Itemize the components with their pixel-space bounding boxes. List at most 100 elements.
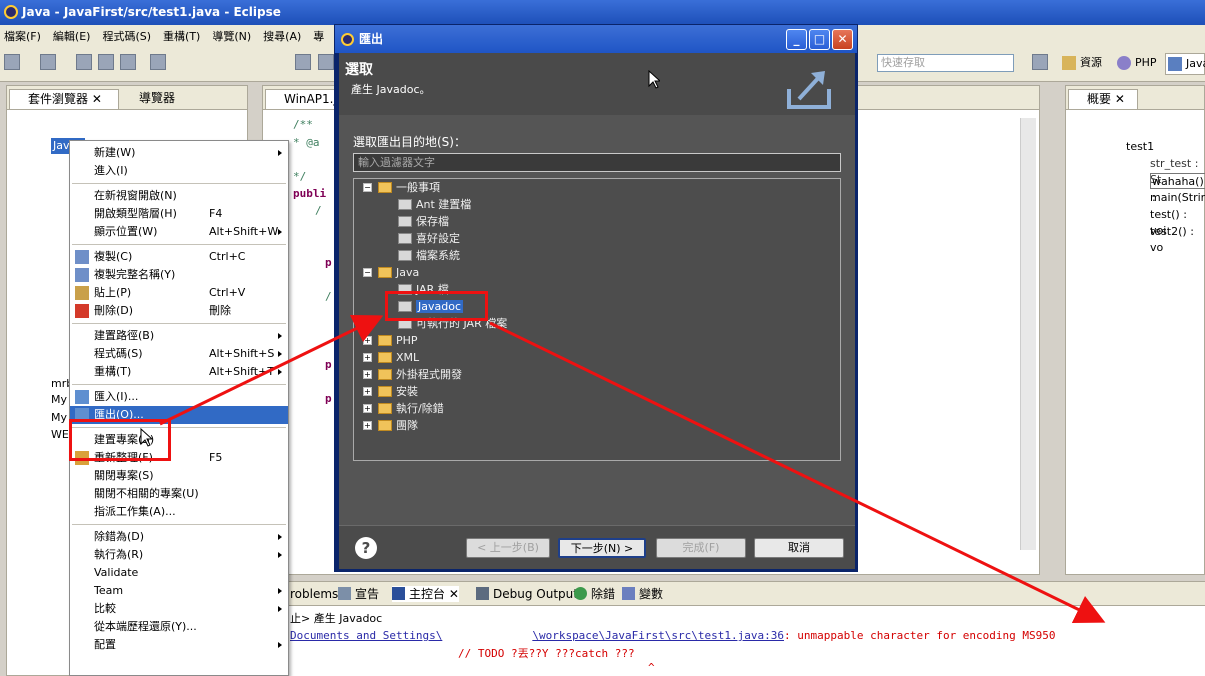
menu-item-label: 顯示位置(W) — [94, 225, 158, 238]
tab-navigator[interactable]: 導覽器 — [121, 89, 201, 109]
outline-item[interactable]: test() : voi — [1150, 207, 1204, 237]
search-icon[interactable] — [295, 54, 311, 70]
menu-source[interactable]: 程式碼(S) — [102, 28, 151, 44]
print-icon[interactable] — [120, 54, 136, 70]
console-link[interactable]: \workspace\JavaFirst\src\test1.java:36 — [532, 629, 784, 642]
console-link[interactable]: Documents and Settings\ — [290, 629, 442, 642]
perspective-php[interactable]: PHP — [1115, 53, 1157, 75]
menu-refactor[interactable]: 重構(T) — [163, 28, 200, 44]
outline-item[interactable]: test2() : vo — [1150, 224, 1204, 254]
menu-edit[interactable]: 編輯(E) — [53, 28, 91, 44]
outline-root[interactable]: test1 — [1126, 139, 1154, 155]
context-menu-item[interactable]: 建置路徑(B) — [70, 327, 288, 345]
cursor-icon — [648, 70, 660, 89]
context-menu-item[interactable]: 在新視窗開啟(N) — [70, 187, 288, 205]
context-menu-item[interactable]: 複製(C) Ctrl+C — [70, 248, 288, 266]
expand-icon[interactable]: + — [363, 387, 372, 396]
tab-outline[interactable]: 概要 ✕ — [1068, 89, 1138, 109]
save-all-icon[interactable] — [98, 54, 114, 70]
cancel-button[interactable]: 取消 — [754, 538, 844, 558]
context-menu-item[interactable]: 指派工作集(A)... — [70, 503, 288, 521]
collapse-icon[interactable]: − — [363, 183, 372, 192]
context-menu-item[interactable]: 開啟類型階層(H) F4 — [70, 205, 288, 223]
maximize-button[interactable]: □ — [809, 29, 830, 50]
context-menu-item[interactable]: 配置 — [70, 636, 288, 654]
expand-icon[interactable]: + — [363, 336, 372, 345]
outline-item[interactable]: str_test : St — [1150, 156, 1204, 186]
tab-package-explorer[interactable]: 套件瀏覽器 ✕ — [9, 89, 119, 109]
tab-debug[interactable]: 除錯 — [574, 586, 615, 602]
expand-icon[interactable]: + — [363, 353, 372, 362]
expand-icon[interactable]: + — [363, 421, 372, 430]
perspective-java[interactable]: Java — [1165, 53, 1205, 75]
context-menu-item[interactable]: 進入(I) — [70, 162, 288, 180]
context-menu-item[interactable]: 新建(W) — [70, 144, 288, 162]
outline-item[interactable]: wahaha() : — [1150, 173, 1205, 204]
export-tree-item[interactable]: − Java — [363, 264, 419, 281]
context-menu-item[interactable]: 顯示位置(W) Alt+Shift+W — [70, 223, 288, 241]
export-tree-item[interactable]: + 執行/除錯 — [363, 400, 444, 417]
export-tree-item[interactable]: 喜好設定 — [398, 230, 460, 247]
menu-search[interactable]: 搜尋(A) — [263, 28, 301, 44]
context-menu-item[interactable]: 重構(T) Alt+Shift+T — [70, 363, 288, 381]
context-menu-item[interactable]: 比較 — [70, 600, 288, 618]
expand-icon[interactable]: + — [363, 404, 372, 413]
filter-input[interactable]: 輸入過濾器文字 — [353, 153, 841, 172]
save-icon[interactable] — [76, 54, 92, 70]
export-tree-item[interactable]: Ant 建置檔 — [398, 196, 471, 213]
context-menu-item[interactable]: 從本端歷程還原(Y)... — [70, 618, 288, 636]
export-tree-item[interactable]: + XML — [363, 349, 419, 366]
context-menu-item[interactable]: 程式碼(S) Alt+Shift+S — [70, 345, 288, 363]
perspective-resource[interactable]: 資源 — [1060, 53, 1102, 75]
expand-icon[interactable]: + — [363, 370, 372, 379]
context-menu-item[interactable]: 除錯為(D) — [70, 528, 288, 546]
export-tree-item[interactable]: 檔案系統 — [398, 247, 460, 264]
export-tree-item[interactable]: + PHP — [363, 332, 418, 349]
close-button[interactable]: ✕ — [832, 29, 853, 50]
console-icon[interactable] — [150, 54, 166, 70]
open-perspective-icon[interactable] — [1032, 54, 1048, 70]
export-tree-item[interactable]: − 一般事項 — [363, 179, 440, 196]
tab-declaration[interactable]: 宣告 — [338, 586, 379, 602]
finish-button[interactable]: 完成(F) — [656, 538, 746, 558]
close-icon[interactable]: ✕ — [1115, 92, 1125, 106]
menu-item-label: 進入(I) — [94, 164, 128, 177]
debug-output-icon — [476, 587, 489, 600]
help-icon[interactable]: ? — [355, 537, 377, 559]
outline-item[interactable]: main(String — [1150, 190, 1205, 206]
menu-navigate[interactable]: 導覽(N) — [212, 28, 251, 44]
export-tree-item[interactable]: 保存檔 — [398, 213, 449, 230]
context-menu-item[interactable]: Validate — [70, 564, 288, 582]
close-icon[interactable]: ✕ — [449, 587, 459, 601]
back-button[interactable]: < 上一步(B) — [466, 538, 550, 558]
context-menu-item[interactable]: 複製完整名稱(Y) — [70, 266, 288, 284]
tab-variables[interactable]: 變數 — [622, 586, 663, 602]
menu-project[interactable]: 專 — [313, 28, 324, 44]
minimize-button[interactable]: _ — [786, 29, 807, 50]
export-tree-item[interactable]: + 安裝 — [363, 383, 418, 400]
export-tree-item[interactable]: + 團隊 — [363, 417, 418, 434]
tree-item[interactable]: My — [51, 410, 67, 426]
new-icon[interactable] — [4, 54, 20, 70]
tab-problems[interactable]: roblems — [288, 586, 338, 602]
context-menu-item[interactable]: Team — [70, 582, 288, 600]
tree-item[interactable]: My — [51, 392, 67, 408]
new-wizard-icon[interactable] — [40, 54, 56, 70]
menu-file[interactable]: 檔案(F) — [4, 28, 41, 44]
export-tree-item[interactable]: + 外掛程式開發 — [363, 366, 462, 383]
tab-debug-output[interactable]: Debug Output — [476, 586, 578, 602]
tab-console[interactable]: 主控台 ✕ — [392, 586, 459, 602]
context-menu-item[interactable]: 執行為(R) — [70, 546, 288, 564]
pen-icon[interactable] — [318, 54, 334, 70]
editor-scrollbar[interactable] — [1020, 118, 1036, 550]
context-menu-item[interactable]: 刪除(D) 刪除 — [70, 302, 288, 320]
context-menu-item[interactable]: 貼上(P) Ctrl+V — [70, 284, 288, 302]
context-menu-item[interactable]: 匯入(I)... — [70, 388, 288, 406]
close-icon[interactable]: ✕ — [92, 92, 102, 106]
context-menu-item[interactable]: 關閉專案(S) — [70, 467, 288, 485]
next-button[interactable]: 下一步(N) > — [558, 538, 646, 558]
collapse-icon[interactable]: − — [363, 268, 372, 277]
context-menu-item[interactable]: 關閉不相關的專案(U) — [70, 485, 288, 503]
quick-access-input[interactable]: 快速存取 — [877, 54, 1014, 72]
tree-item[interactable]: WE — [51, 427, 69, 443]
